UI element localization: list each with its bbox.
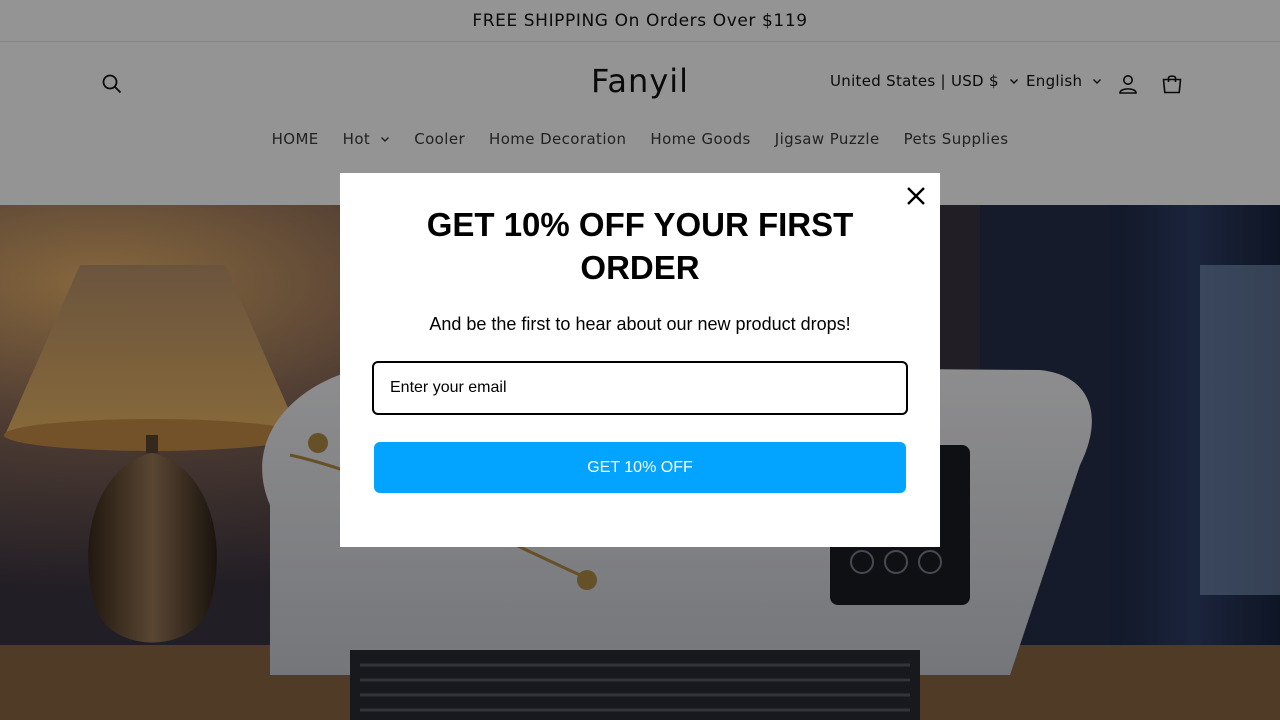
email-field-wrapper — [372, 361, 908, 415]
close-icon[interactable] — [905, 185, 927, 207]
get-discount-button[interactable]: GET 10% OFF — [374, 442, 906, 493]
email-field[interactable] — [374, 363, 906, 413]
discount-popup: GET 10% OFF YOUR FIRST ORDER And be the … — [340, 173, 940, 547]
popup-title: GET 10% OFF YOUR FIRST ORDER — [426, 206, 854, 286]
popup-subtitle: And be the first to hear about our new p… — [429, 314, 851, 334]
